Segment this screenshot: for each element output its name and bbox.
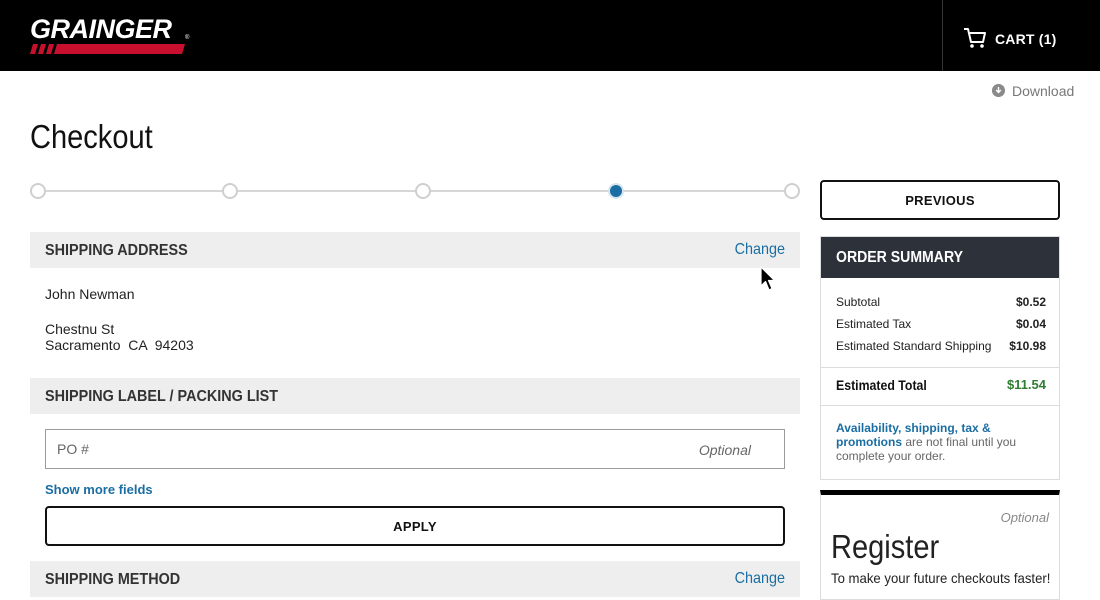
- download-label: Download: [1012, 83, 1075, 99]
- summary-row-value: $0.52: [1015, 295, 1046, 309]
- page-title: Checkout: [30, 118, 153, 155]
- register-title[interactable]: Register: [831, 528, 939, 566]
- mouse-cursor-icon: [760, 266, 776, 291]
- cart-button[interactable]: CART (1): [942, 0, 1100, 71]
- order-summary-panel: ORDER SUMMARY Subtotal $0.52 Estimated T…: [820, 236, 1060, 480]
- order-summary-title: ORDER SUMMARY: [836, 249, 963, 266]
- summary-row-label: Subtotal: [836, 295, 881, 309]
- previous-button[interactable]: PREVIOUS: [820, 180, 1060, 220]
- summary-total-row: Estimated Total $11.54: [836, 377, 1046, 395]
- progress-step-4-active[interactable]: [608, 183, 624, 199]
- shipping-method-change-link[interactable]: Change: [735, 570, 785, 588]
- grainger-logo[interactable]: GRAINGER ®: [30, 14, 190, 56]
- shipping-address-change-link[interactable]: Change: [735, 241, 785, 259]
- shipping-method-title: SHIPPING METHOD: [45, 571, 181, 588]
- shipping-address-title: SHIPPING ADDRESS: [45, 242, 188, 259]
- estimated-total-label: Estimated Total: [836, 377, 927, 393]
- shipping-address-header: SHIPPING ADDRESS Change: [30, 232, 800, 268]
- summary-divider: [821, 405, 1059, 406]
- logo-stripes-icon: [30, 44, 185, 54]
- logo-text: GRAINGER: [30, 14, 172, 44]
- po-optional-label: Optional: [698, 442, 751, 458]
- shipping-method-header: SHIPPING METHOD Change: [30, 561, 800, 597]
- progress-step-3[interactable]: [415, 183, 431, 199]
- download-icon: [992, 84, 1005, 97]
- address-city-line: Sacramento CA 94203: [45, 337, 194, 353]
- summary-row-value: $10.98: [1009, 339, 1046, 353]
- checkout-progress-stepper: [30, 182, 802, 200]
- register-subtitle: To make your future checkouts faster!: [831, 570, 1051, 586]
- summary-disclaimer: Availability, shipping, tax & promotions…: [836, 421, 1036, 463]
- po-number-input[interactable]: [46, 430, 784, 468]
- summary-divider: [821, 367, 1059, 368]
- summary-row-subtotal: Subtotal $0.52: [836, 295, 1046, 311]
- progress-step-2[interactable]: [222, 183, 238, 199]
- show-more-fields-link[interactable]: Show more fields: [45, 482, 153, 497]
- summary-row-label: Estimated Tax: [836, 317, 912, 331]
- summary-row-value: $0.04: [1015, 317, 1046, 331]
- order-summary-header: ORDER SUMMARY: [821, 237, 1059, 278]
- address-name: John Newman: [45, 286, 135, 302]
- apply-button[interactable]: APPLY: [45, 506, 785, 546]
- register-optional-label: Optional: [1000, 510, 1049, 525]
- estimated-total-value: $11.54: [1006, 377, 1046, 392]
- po-number-field[interactable]: Optional: [45, 429, 785, 469]
- summary-row-tax: Estimated Tax $0.04: [836, 317, 1046, 333]
- top-navigation-bar: GRAINGER ® CART (1): [0, 0, 1100, 71]
- summary-row-shipping: Estimated Standard Shipping $10.98: [836, 339, 1046, 355]
- shipping-label-header: SHIPPING LABEL / PACKING LIST: [30, 378, 800, 414]
- shipping-label-title: SHIPPING LABEL / PACKING LIST: [45, 388, 279, 405]
- progress-step-5[interactable]: [784, 183, 800, 199]
- address-street: Chestnu St: [45, 321, 115, 337]
- summary-row-label: Estimated Standard Shipping: [836, 339, 992, 353]
- register-panel: Optional Register To make your future ch…: [820, 490, 1060, 600]
- logo-registered-mark: ®: [185, 35, 190, 41]
- shopping-cart-icon: [964, 28, 986, 48]
- progress-step-1[interactable]: [30, 183, 46, 199]
- cart-label: CART (1): [995, 31, 1057, 47]
